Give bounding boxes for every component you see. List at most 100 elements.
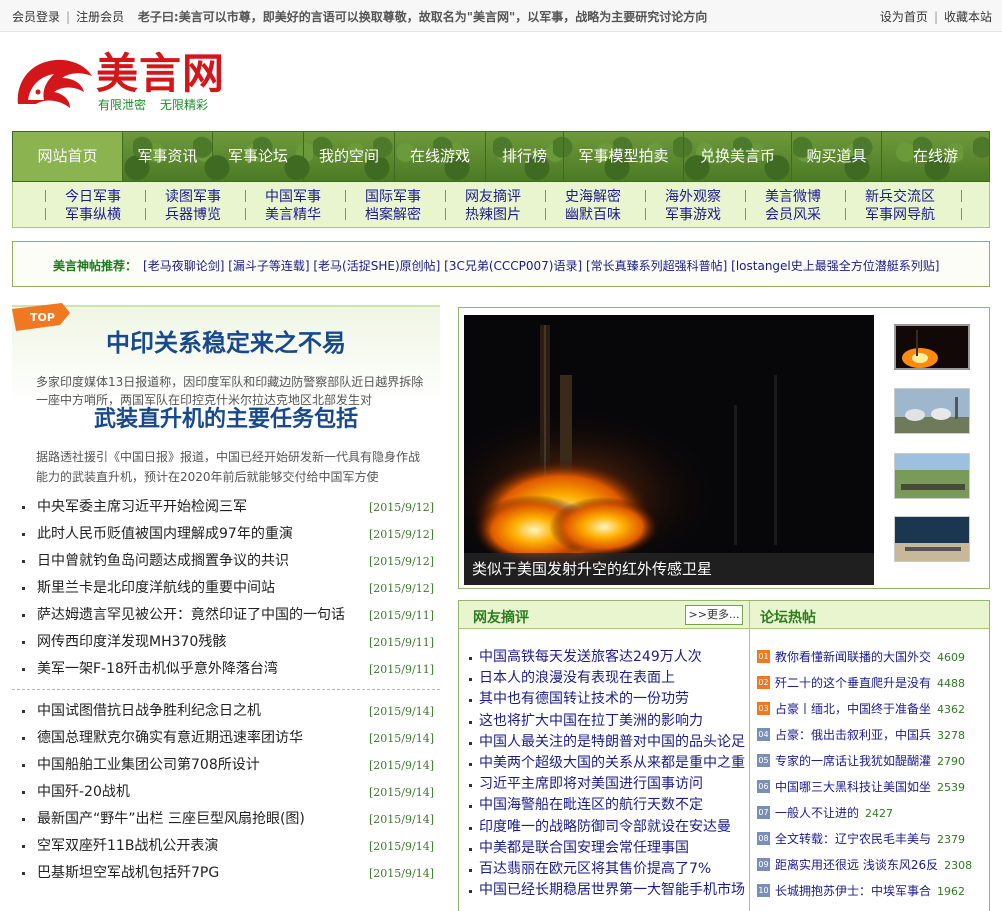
subnav-link[interactable]: 美言精华 — [265, 204, 321, 224]
slideshow-thumb-4[interactable] — [894, 516, 970, 562]
comment-item[interactable]: 习近平主席即将对美国进行国事访问 — [459, 774, 749, 795]
subnav-link[interactable]: 网友摘评 — [465, 186, 521, 206]
forum-post-title[interactable]: 占豪：俄出击叙利亚，中国兵 — [775, 728, 931, 742]
login-link[interactable]: 会员登录 — [12, 10, 60, 24]
subnav-link[interactable]: 海外观察 — [665, 186, 721, 206]
news-item[interactable]: 中国船舶工业集团公司第708所设计 [2015/9/14] — [12, 752, 440, 779]
nav-exchange-coins[interactable]: 兑换美言币 — [684, 132, 792, 181]
news-title[interactable]: 最新国产“野牛”出栏 三座巨型风扇抢眼(图) — [37, 806, 305, 833]
forum-title-link[interactable]: 占豪丨缅北，中国终于准备坐 4362 — [775, 698, 965, 721]
subnav-link[interactable]: 幽默百味 — [565, 204, 621, 224]
set-home-link[interactable]: 设为首页 — [880, 10, 928, 24]
forum-post-title[interactable]: 距离实用还很远 浅谈东风26反 — [775, 858, 938, 872]
subnav-link[interactable]: 军事游戏 — [665, 204, 721, 224]
subnav-link[interactable]: 国际军事 — [365, 186, 421, 206]
slideshow-thumb-3[interactable] — [894, 453, 970, 499]
forum-item[interactable]: 05 专家的一席话让我犹如醍醐灌 2790 — [757, 750, 989, 776]
forum-title-link[interactable]: 长城拥抱苏伊士：中埃军事合 1962 — [775, 880, 965, 903]
forum-post-title[interactable]: 长城拥抱苏伊士：中埃军事合 — [775, 884, 931, 898]
news-title[interactable]: 德国总理默克尔确实有意近期迅速率团访华 — [37, 725, 303, 752]
forum-item[interactable]: 06 中国哪三大黑科技让美国如坐 2539 — [757, 776, 989, 802]
news-item[interactable]: 中国试图借抗日战争胜利纪念日之机 [2015/9/14] — [12, 698, 440, 725]
subnav-link[interactable]: 美言微博 — [765, 186, 821, 206]
news-item[interactable]: 日中曾就钓鱼岛问题达成搁置争议的共识 [2015/9/12] — [12, 548, 440, 575]
news-title[interactable]: 中央军委主席习近平开始检阅三军 — [37, 494, 247, 521]
subnav-link[interactable]: 军事网导航 — [865, 204, 935, 224]
subnav-link[interactable]: 读图军事 — [165, 186, 221, 206]
forum-title-link[interactable]: 教你看懂新闻联播的大国外交 4609 — [775, 646, 965, 669]
forum-item[interactable]: 04 占豪：俄出击叙利亚，中国兵 3278 — [757, 724, 989, 750]
news-item[interactable]: 德国总理默克尔确实有意近期迅速率团访华 [2015/9/14] — [12, 725, 440, 752]
headline-2[interactable]: 武装直升机的主要任务包括 — [12, 401, 440, 433]
subnav-link[interactable]: 军事纵横 — [65, 204, 121, 224]
bookmark-link[interactable]: 收藏本站 — [944, 10, 992, 24]
slideshow-thumb-1[interactable] — [894, 324, 970, 370]
forum-title-link[interactable]: 一般人不让进的 2427 — [775, 802, 893, 825]
headline-1[interactable]: 中印关系稳定来之不易 — [12, 323, 440, 358]
subnav-link[interactable]: 中国军事 — [265, 186, 321, 206]
news-title[interactable]: 萨达姆遗言罕见被公开：竟然印证了中国的一句话 — [37, 602, 345, 629]
forum-post-title[interactable]: 教你看懂新闻联播的大国外交 — [775, 650, 931, 664]
forum-title-link[interactable]: 中国哪三大黑科技让美国如坐 2539 — [775, 776, 965, 799]
comment-item[interactable]: 中国高铁每天发送旅客达249万人次 — [459, 647, 749, 668]
comment-title[interactable]: 百达翡丽在欧元区将其售价提高了7% — [479, 859, 745, 880]
forum-title-link[interactable]: 全文转载：辽宁农民毛丰美与 2379 — [775, 828, 965, 851]
comment-title[interactable]: 中美都是联合国安理会常任理事国 — [479, 838, 745, 859]
nav-home[interactable]: 网站首页 — [13, 132, 123, 181]
news-item[interactable]: 此时人民币贬值被国内理解成97年的重演 [2015/9/12] — [12, 521, 440, 548]
comment-item[interactable]: 其中也有德国转让技术的一份功劳 — [459, 689, 749, 710]
subnav-link[interactable]: 今日军事 — [65, 186, 121, 206]
comment-title[interactable]: 中美两个超级大国的关系从来都是重中之重 — [479, 753, 745, 774]
comment-title[interactable]: 中国已经长期稳居世界第一大智能手机市场 — [479, 880, 745, 901]
news-title[interactable]: 中国歼-20战机 — [37, 779, 130, 806]
news-title[interactable]: 中国试图借抗日战争胜利纪念日之机 — [37, 698, 261, 725]
forum-title-link[interactable]: 距离实用还很远 浅谈东风26反 2308 — [775, 854, 972, 877]
site-logo[interactable]: 美言网 有限泄密 无限精彩 — [12, 50, 242, 114]
news-item[interactable]: 最新国产“野牛”出栏 三座巨型风扇抢眼(图) [2015/9/14] — [12, 806, 440, 833]
nav-online-games[interactable]: 在线游戏 — [395, 132, 486, 181]
subnav-link[interactable]: 会员风采 — [765, 204, 821, 224]
forum-item[interactable]: 09 距离实用还很远 浅谈东风26反 2308 — [757, 854, 989, 880]
news-title[interactable]: 日中曾就钓鱼岛问题达成搁置争议的共识 — [37, 548, 289, 575]
slideshow-main-image[interactable]: 类似于美国发射升空的红外传感卫星 — [464, 315, 874, 585]
news-item[interactable]: 空军双座歼11B战机公开表演 [2015/9/14] — [12, 833, 440, 860]
news-item[interactable]: 中国歼-20战机 [2015/9/14] — [12, 779, 440, 806]
forum-title-link[interactable]: 占豪：俄出击叙利亚，中国兵 3278 — [775, 724, 965, 747]
forum-title-link[interactable]: 专家的一席话让我犹如醍醐灌 2790 — [775, 750, 965, 773]
forum-item[interactable]: 02 歼二十的这个垂直爬升是没有 4488 — [757, 672, 989, 698]
forum-post-title[interactable]: 专家的一席话让我犹如醍醐灌 — [775, 754, 931, 768]
subnav-link[interactable]: 新兵交流区 — [865, 186, 935, 206]
comment-title[interactable]: 中国海警船在毗连区的航行天数不定 — [479, 795, 745, 816]
comment-item[interactable]: 中国已经长期稳居世界第一大智能手机市场 — [459, 880, 749, 901]
comment-title[interactable]: 习近平主席即将对美国进行国事访问 — [479, 774, 745, 795]
subnav-link[interactable]: 档案解密 — [365, 204, 421, 224]
comment-title[interactable]: 日本人的浪漫没有表现在表面上 — [479, 668, 745, 689]
news-title[interactable]: 美军一架F-18歼击机似乎意外降落台湾 — [37, 656, 278, 683]
forum-item[interactable]: 01 教你看懂新闻联播的大国外交 4609 — [757, 646, 989, 672]
comment-title[interactable]: 中国高铁每天发送旅客达249万人次 — [479, 647, 745, 668]
comment-item[interactable]: 中美两个超级大国的关系从来都是重中之重 — [459, 753, 749, 774]
news-title[interactable]: 空军双座歼11B战机公开表演 — [37, 833, 218, 860]
nav-buy-items[interactable]: 购买道具 — [792, 132, 882, 181]
comment-item[interactable]: 中国海警船在毗连区的航行天数不定 — [459, 795, 749, 816]
forum-item[interactable]: 03 占豪丨缅北，中国终于准备坐 4362 — [757, 698, 989, 724]
nav-military-news[interactable]: 军事资讯 — [123, 132, 213, 181]
nav-online-more[interactable]: 在线游 — [882, 132, 989, 181]
nav-model-auction[interactable]: 军事模型拍卖 — [564, 132, 684, 181]
news-item[interactable]: 中央军委主席习近平开始检阅三军 [2015/9/12] — [12, 494, 440, 521]
subnav-link[interactable]: 史海解密 — [565, 186, 621, 206]
forum-post-title[interactable]: 占豪丨缅北，中国终于准备坐 — [775, 702, 931, 716]
subnav-link[interactable]: 兵器博览 — [165, 204, 221, 224]
nav-my-space[interactable]: 我的空间 — [304, 132, 395, 181]
news-title[interactable]: 网传西印度洋发现MH370残骸 — [37, 629, 226, 656]
news-title[interactable]: 斯里兰卡是北印度洋航线的重要中间站 — [37, 575, 275, 602]
comment-item[interactable]: 中美都是联合国安理会常任理事国 — [459, 838, 749, 859]
forum-title-link[interactable]: 歼二十的这个垂直爬升是没有 4488 — [775, 672, 965, 695]
register-link[interactable]: 注册会员 — [76, 10, 124, 24]
news-item[interactable]: 萨达姆遗言罕见被公开：竟然印证了中国的一句话 [2015/9/11] — [12, 602, 440, 629]
news-item[interactable]: 斯里兰卡是北印度洋航线的重要中间站 [2015/9/12] — [12, 575, 440, 602]
forum-post-title[interactable]: 一般人不让进的 — [775, 806, 859, 820]
forum-post-title[interactable]: 歼二十的这个垂直爬升是没有 — [775, 676, 931, 690]
news-title[interactable]: 巴基斯坦空军战机包括歼7PG — [37, 860, 219, 887]
comment-title[interactable]: 其中也有德国转让技术的一份功劳 — [479, 689, 745, 710]
